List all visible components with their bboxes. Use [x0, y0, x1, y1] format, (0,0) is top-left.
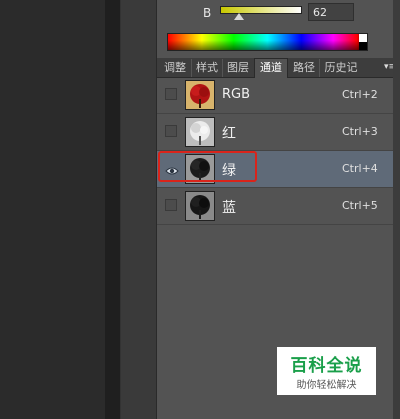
channel-row-blue[interactable]: 蓝 Ctrl+5	[157, 188, 395, 225]
panel-tabbar: 调整 样式 图层 通道 路径 历史记 ▾≡	[157, 58, 396, 78]
blue-slider-track[interactable]	[220, 6, 302, 14]
slider-label: B	[203, 6, 212, 20]
channel-thumbnail-blue	[185, 191, 215, 221]
channel-shortcut: Ctrl+4	[342, 162, 378, 175]
slider-value-field[interactable]: 62	[308, 3, 354, 21]
collapsed-dock	[120, 0, 157, 419]
channel-row-rgb[interactable]: RGB Ctrl+2	[157, 77, 395, 114]
tab-layers[interactable]: 图层	[223, 59, 253, 77]
color-slider-row: B 62	[157, 0, 400, 28]
document-canvas-area	[0, 0, 105, 419]
channel-shortcut: Ctrl+5	[342, 199, 378, 212]
channel-shortcut: Ctrl+3	[342, 125, 378, 138]
spectrum-shade	[168, 34, 367, 50]
channel-row-red[interactable]: 红 Ctrl+3	[157, 114, 395, 151]
annotation-highlight-box	[158, 151, 257, 182]
channel-name: 蓝	[222, 200, 236, 216]
visibility-toggle-empty[interactable]	[165, 88, 177, 100]
channel-thumbnail-red	[185, 117, 215, 147]
tab-history[interactable]: 历史记	[320, 59, 362, 77]
channels-panel: B 62 调整 样式 图层 通道 路径 历史记 ▾≡ RGB Ctrl+2 红 …	[156, 0, 400, 419]
channel-shortcut: Ctrl+2	[342, 88, 378, 101]
channel-row-green[interactable]: 绿 Ctrl+4	[157, 151, 395, 188]
channel-thumbnail-rgb	[185, 80, 215, 110]
right-edge-strip	[393, 0, 400, 419]
visibility-toggle-empty[interactable]	[165, 125, 177, 137]
slider-thumb[interactable]	[234, 13, 245, 20]
panel-divider	[105, 0, 120, 419]
watermark-subtitle: 助你轻松解决	[296, 380, 357, 391]
channel-name: 红	[222, 126, 236, 142]
watermark-logo: 百科全说 助你轻松解决	[277, 347, 376, 395]
tab-styles[interactable]: 样式	[192, 59, 223, 77]
color-spectrum-bar[interactable]	[167, 33, 368, 51]
tab-adjustments[interactable]: 调整	[159, 59, 192, 77]
visibility-toggle-empty[interactable]	[165, 199, 177, 211]
watermark-title: 百科全说	[290, 356, 363, 376]
black-white-swatch[interactable]	[359, 34, 367, 50]
tab-channels[interactable]: 通道	[254, 58, 288, 78]
tab-paths[interactable]: 路径	[289, 59, 320, 77]
channel-name: RGB	[222, 87, 251, 102]
